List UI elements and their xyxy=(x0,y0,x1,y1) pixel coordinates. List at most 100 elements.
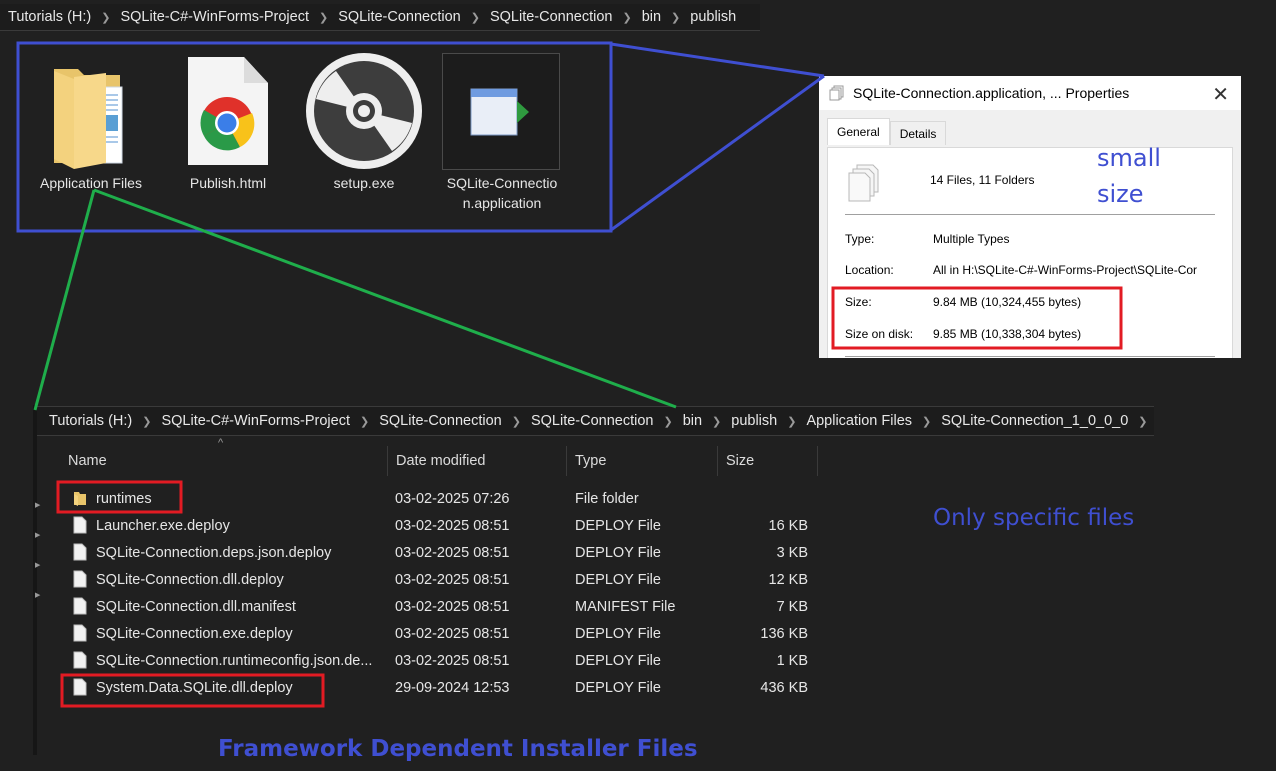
breadcrumb-item[interactable]: SQLite-Connection xyxy=(375,413,506,429)
blue-callout-line xyxy=(610,74,825,232)
field-value-type: Multiple Types xyxy=(933,232,1010,246)
expand-arrow-icon[interactable]: ▶ xyxy=(35,531,40,539)
file-type: DEPLOY File xyxy=(575,679,661,696)
file-name: System.Data.SQLite.dll.deploy xyxy=(96,679,293,696)
column-header-label: Name xyxy=(68,453,107,469)
file-name: SQLite-Connection.dll.manifest xyxy=(96,598,296,615)
table-row[interactable]: SQLite-Connection.dll.manifest 03-02-2025… xyxy=(60,593,820,620)
table-row[interactable]: SQLite-Connection.deps.json.deploy 03-02-… xyxy=(60,539,820,566)
file-size: 7 KB xyxy=(776,598,808,615)
breadcrumb-item[interactable]: SQLite-C#-WinForms-Project xyxy=(116,9,313,25)
chevron-right-icon: ❯ xyxy=(622,11,632,24)
file-date-modified: 03-02-2025 08:51 xyxy=(395,625,510,642)
divider xyxy=(845,356,1215,357)
file-type: DEPLOY File xyxy=(575,517,661,534)
breadcrumb-item[interactable]: SQLite-C#-WinForms-Project xyxy=(157,413,354,429)
field-value-size: 9.84 MB (10,324,455 bytes) xyxy=(933,295,1082,309)
field-value-location: All in H:\SQLite-C#-WinForms-Project\SQL… xyxy=(933,263,1198,277)
field-label-type: Type: xyxy=(845,232,875,246)
divider xyxy=(845,214,1215,215)
field-label-size: Size: xyxy=(845,295,872,309)
file-date-modified: 03-02-2025 08:51 xyxy=(395,598,510,615)
general-panel: 14 Files, 11 Folders Type: Multiple Type… xyxy=(827,147,1233,358)
breadcrumb-item[interactable]: publish xyxy=(686,9,740,25)
chevron-right-icon: ❯ xyxy=(319,11,329,24)
expand-arrow-icon[interactable]: ▶ xyxy=(35,561,40,569)
file-item-label: Application Files xyxy=(40,175,142,191)
file-name: SQLite-Connection.deps.json.deploy xyxy=(96,544,332,561)
table-row[interactable]: SQLite-Connection.runtimeconfig.json.de.… xyxy=(60,647,820,674)
disc-setup-icon xyxy=(306,53,422,169)
file-name: runtimes xyxy=(96,490,152,507)
file-type: DEPLOY File xyxy=(575,625,661,642)
file-item-application-manifest[interactable]: SQLite-Connectio n.application xyxy=(437,53,567,213)
breadcrumb-item[interactable]: bin xyxy=(679,413,706,429)
breadcrumb-item[interactable]: SQLite-Connection xyxy=(527,413,658,429)
table-row[interactable]: SQLite-Connection.exe.deploy 03-02-2025 0… xyxy=(60,620,820,647)
annotation-framework-dependent: Framework Dependent Installer Files xyxy=(218,736,698,762)
dialog-title: SQLite-Connection.application, ... Prope… xyxy=(853,85,1130,101)
file-size: 136 KB xyxy=(760,625,808,642)
chevron-right-icon: ❯ xyxy=(922,415,932,428)
chevron-right-icon: ❯ xyxy=(142,415,152,428)
file-name: SQLite-Connection.runtimeconfig.json.de.… xyxy=(96,652,373,669)
breadcrumb-item[interactable]: Tutorials (H:) xyxy=(45,413,136,429)
close-icon[interactable]: ✕ xyxy=(1212,82,1229,107)
dialog-tabs: General Details xyxy=(827,118,947,145)
blue-callout-line xyxy=(610,42,825,78)
chevron-right-icon: ❯ xyxy=(470,11,480,24)
breadcrumb-item[interactable]: SQLite-Connection xyxy=(334,9,465,25)
tab-general[interactable]: General xyxy=(827,118,890,145)
file-type: DEPLOY File xyxy=(575,544,661,561)
file-item-setup-exe[interactable]: setup.exe xyxy=(299,53,429,205)
column-header-date-modified[interactable]: Date modified xyxy=(388,446,567,476)
column-header-type[interactable]: Type xyxy=(567,446,718,476)
file-name: SQLite-Connection.exe.deploy xyxy=(96,625,293,642)
file-size: 1 KB xyxy=(776,652,808,669)
table-row[interactable]: Launcher.exe.deploy 03-02-2025 08:51 DEPLO… xyxy=(60,512,820,539)
column-header-name[interactable]: Name xyxy=(60,446,388,476)
file-type: MANIFEST File xyxy=(575,598,676,615)
file-type: File folder xyxy=(575,490,639,507)
expand-arrow-icon[interactable]: ▶ xyxy=(35,501,40,509)
lower-address-breadcrumb: Tutorials (H:) ❯ SQLite-C#-WinForms-Proje… xyxy=(37,406,1154,436)
expand-arrow-icon[interactable]: ▶ xyxy=(35,591,40,599)
file-item-application-files[interactable]: Application Files xyxy=(26,55,156,205)
table-row[interactable]: SQLite-Connection.dll.deploy 03-02-2025 0… xyxy=(60,566,820,593)
column-header-size[interactable]: Size xyxy=(718,446,818,476)
file-item-label: Publish.html xyxy=(189,175,267,191)
chevron-right-icon: ❯ xyxy=(101,11,111,24)
table-row[interactable]: System.Data.SQLite.dll.deploy 29-09-2024 … xyxy=(60,674,820,701)
application-manifest-icon xyxy=(470,88,529,136)
file-date-modified: 03-02-2025 08:51 xyxy=(395,517,510,534)
column-header-label: Type xyxy=(575,453,607,469)
breadcrumb-item[interactable]: Tutorials (H:) xyxy=(4,9,95,25)
field-value-size-on-disk: 9.85 MB (10,338,304 bytes) xyxy=(933,327,1082,341)
file-name: Launcher.exe.deploy xyxy=(96,517,230,534)
file-item-label: SQLite-Connectio xyxy=(446,175,558,191)
file-type: DEPLOY File xyxy=(575,571,661,588)
file-size: 12 KB xyxy=(768,571,809,588)
screenshot-stage: Tutorials (H:) ❯ SQLite-C#-WinForms-Proje… xyxy=(0,0,1276,771)
chevron-right-icon: ❯ xyxy=(663,415,673,428)
chevron-right-icon: ❯ xyxy=(712,415,722,428)
annotation-small-size-line2: size xyxy=(1097,180,1144,208)
breadcrumb-item[interactable]: bin xyxy=(638,9,665,25)
chevron-right-icon: ❯ xyxy=(360,415,370,428)
table-row[interactable]: runtimes 03-02-2025 07:26 File folder xyxy=(60,485,820,512)
chevron-right-icon: ❯ xyxy=(671,11,681,24)
tab-details[interactable]: Details xyxy=(889,121,947,145)
breadcrumb-item[interactable]: publish xyxy=(727,413,781,429)
chevron-right-icon: ❯ xyxy=(787,415,797,428)
properties-dialog: SQLite-Connection.application, ... Prope… xyxy=(819,76,1241,358)
top-address-breadcrumb: Tutorials (H:) ❯ SQLite-C#-WinForms-Proje… xyxy=(0,4,760,31)
file-date-modified: 03-02-2025 08:51 xyxy=(395,544,510,561)
breadcrumb-item[interactable]: SQLite-Connection xyxy=(486,9,617,25)
file-date-modified: 29-09-2024 12:53 xyxy=(395,679,510,696)
dialog-titlebar: SQLite-Connection.application, ... Prope… xyxy=(819,76,1241,110)
column-header-label: Date modified xyxy=(396,453,486,469)
file-item-publish-html[interactable]: Publish.html xyxy=(163,55,293,205)
breadcrumb-item[interactable]: Application Files xyxy=(802,413,916,429)
annotation-small-size-line1: small xyxy=(1097,144,1161,172)
breadcrumb-item[interactable]: SQLite-Connection_1_0_0_0 xyxy=(937,413,1132,429)
